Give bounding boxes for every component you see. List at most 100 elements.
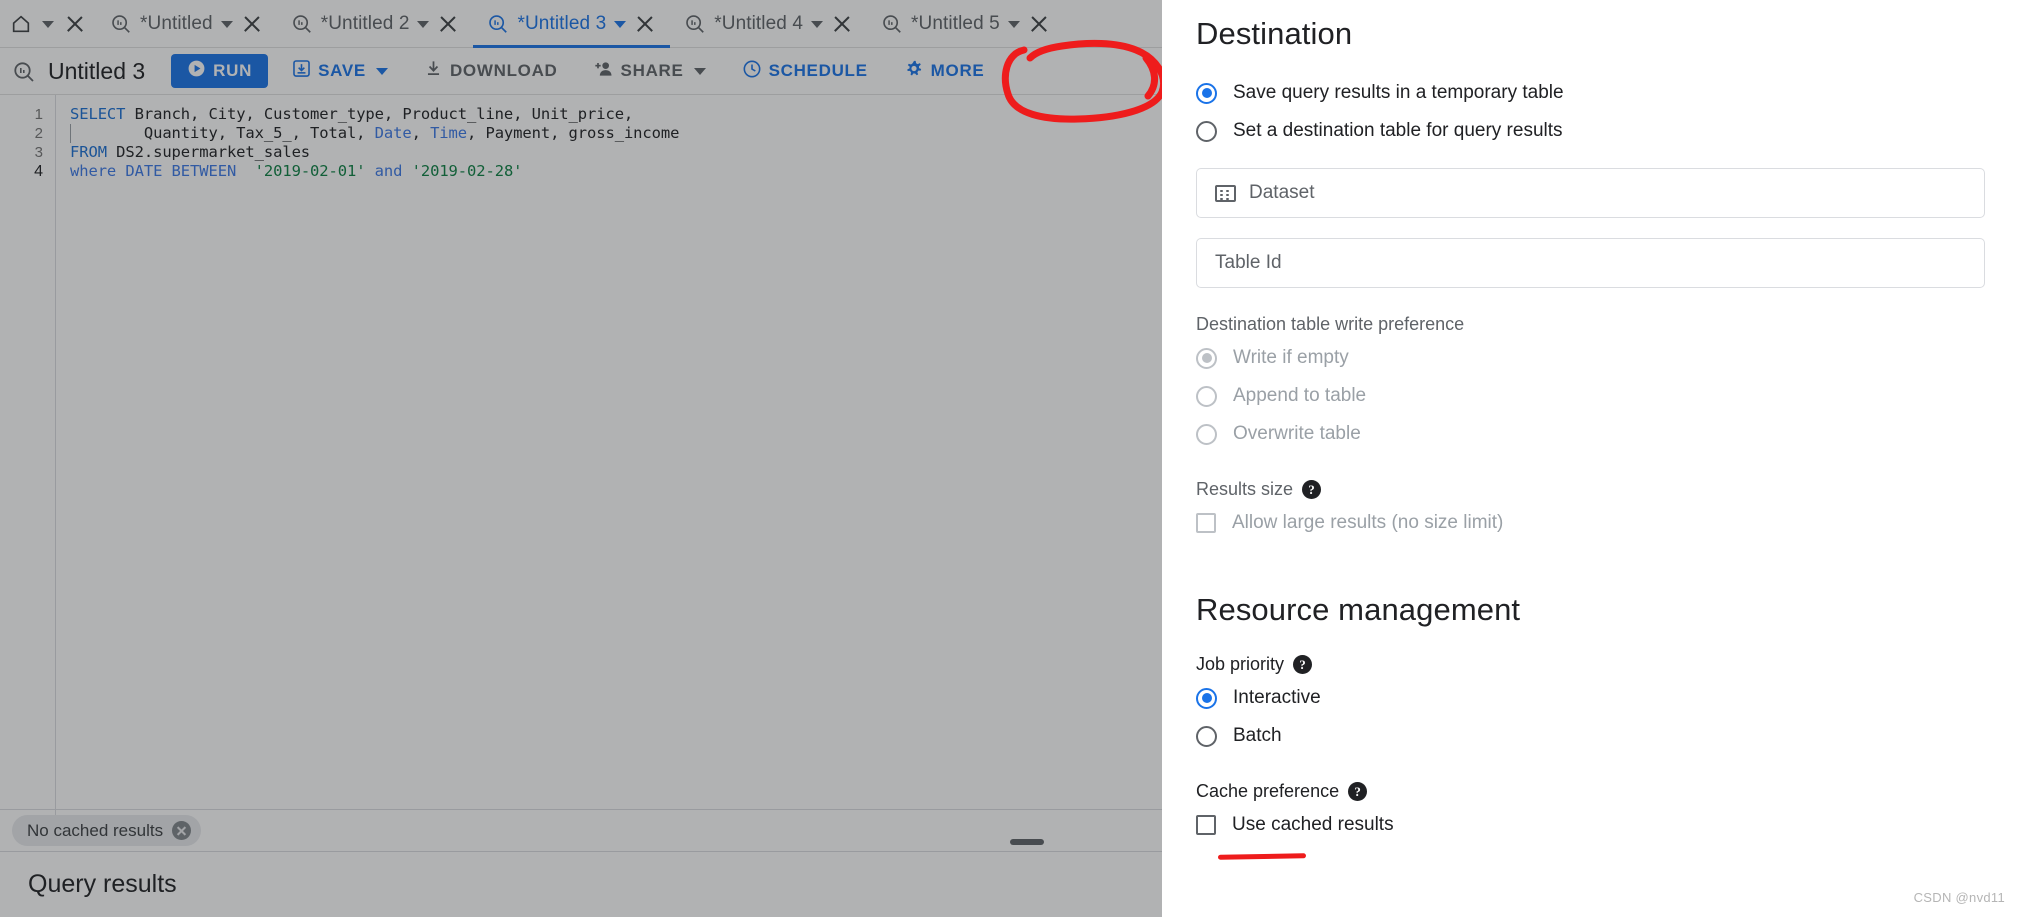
destination-option-label: Set a destination table for query result…: [1233, 120, 1563, 141]
code-token: Date: [374, 124, 412, 142]
tab-untitled-3[interactable]: *Untitled 3: [473, 0, 671, 48]
destination-option-set-table[interactable]: Set a destination table for query result…: [1196, 112, 1985, 150]
table-id-field[interactable]: Table Id: [1196, 238, 1985, 288]
chevron-down-icon[interactable]: [811, 20, 824, 28]
job-priority-batch[interactable]: Batch: [1196, 717, 1985, 755]
clock-icon: [742, 59, 762, 84]
chevron-down-icon[interactable]: [1007, 20, 1020, 28]
help-icon[interactable]: ?: [1293, 655, 1313, 674]
query-results-title: Query results: [28, 870, 177, 898]
share-person-add-icon: [594, 59, 614, 84]
chevron-down-icon[interactable]: [220, 20, 233, 28]
write-preference-text: Destination table write preference: [1196, 314, 1465, 334]
chevron-down-icon[interactable]: [614, 20, 627, 28]
tab-untitled-5[interactable]: *Untitled 5: [867, 0, 1064, 48]
write-pref-append[interactable]: Append to table: [1196, 377, 1985, 415]
help-icon[interactable]: ?: [1302, 480, 1322, 499]
chevron-down-icon[interactable]: [42, 20, 54, 28]
radio-icon[interactable]: [1196, 725, 1217, 747]
code-token: ,: [411, 124, 431, 142]
code-token: and: [365, 162, 412, 180]
line-number: 2: [34, 125, 43, 142]
code-token: FROM: [70, 143, 107, 161]
query-icon: [684, 13, 706, 35]
more-button[interactable]: MORE: [892, 54, 997, 88]
share-label: SHARE: [620, 61, 684, 80]
help-icon[interactable]: ?: [1348, 782, 1368, 801]
job-priority-option-label: Batch: [1233, 725, 1282, 746]
tab-label: *Untitled 5: [911, 13, 1000, 34]
allow-large-results-row[interactable]: Allow large results (no size limit): [1196, 504, 1985, 542]
destination-option-temporary[interactable]: Save query results in a temporary table: [1196, 74, 1985, 112]
tab-strip: *Untitled *Untitled 2 *Untitled 3 *Untit…: [0, 0, 1162, 48]
chevron-down-icon[interactable]: [375, 67, 388, 75]
close-icon[interactable]: [437, 13, 459, 35]
code-token: SELECT: [70, 105, 126, 123]
results-size-label: Results size ?: [1196, 479, 1985, 500]
query-icon: [110, 13, 132, 35]
radio-icon[interactable]: [1196, 347, 1217, 369]
line-number: 1: [34, 106, 43, 123]
sql-code-area[interactable]: SELECT Branch, City, Customer_type, Prod…: [56, 95, 1162, 830]
write-preference-label: Destination table write preference: [1196, 314, 1985, 335]
write-pref-overwrite[interactable]: Overwrite table: [1196, 415, 1985, 453]
job-priority-option-label: Interactive: [1233, 687, 1321, 708]
tab-untitled-2[interactable]: *Untitled 2: [277, 0, 474, 48]
use-cached-results-row[interactable]: Use cached results: [1196, 806, 1985, 844]
tab-untitled-1[interactable]: *Untitled: [96, 0, 277, 48]
code-token: '2019-02-01': [254, 162, 366, 180]
checkbox-icon[interactable]: [1196, 815, 1216, 835]
table-id-placeholder: Table Id: [1215, 252, 1282, 273]
play-icon: [187, 59, 206, 83]
page-title: Untitled 3: [48, 57, 146, 84]
tab-untitled-4[interactable]: *Untitled 4: [670, 0, 867, 48]
line-number-gutter: 1 2 3 4: [0, 95, 56, 830]
run-label: RUN: [213, 61, 253, 80]
radio-icon[interactable]: [1196, 423, 1217, 445]
download-label: DOWNLOAD: [449, 61, 558, 80]
close-icon[interactable]: [64, 13, 86, 35]
query-icon: [881, 13, 903, 35]
cache-preference-text: Cache preference: [1196, 781, 1340, 801]
close-icon[interactable]: [172, 821, 192, 840]
dataset-icon: [1215, 184, 1236, 202]
radio-icon[interactable]: [1196, 120, 1217, 142]
schedule-button[interactable]: SCHEDULE: [730, 54, 880, 88]
job-priority-text: Job priority: [1196, 654, 1285, 674]
tab-label: *Untitled 3: [517, 13, 607, 34]
query-toolbar: Untitled 3 RUN SAVE DOWNLOAD SHARE SCHED…: [0, 48, 1162, 95]
panel-resize-handle[interactable]: [1010, 839, 1044, 845]
save-button[interactable]: SAVE: [280, 54, 400, 88]
use-cached-results-label: Use cached results: [1232, 814, 1394, 835]
tab-label: *Untitled 2: [320, 13, 410, 34]
tab-label: *Untitled: [140, 13, 213, 34]
radio-icon[interactable]: [1196, 82, 1217, 104]
cache-preference-label: Cache preference ?: [1196, 781, 1985, 802]
close-icon[interactable]: [634, 13, 656, 35]
chevron-down-icon[interactable]: [417, 20, 430, 28]
code-token: , Payment, gross_income: [467, 124, 680, 142]
checkbox-icon[interactable]: [1196, 513, 1216, 533]
radio-icon[interactable]: [1196, 687, 1217, 709]
status-badge[interactable]: No cached results: [12, 815, 202, 846]
write-pref-label: Append to table: [1233, 385, 1367, 406]
share-button[interactable]: SHARE: [582, 54, 718, 88]
close-icon[interactable]: [1028, 13, 1050, 35]
resource-management-heading: Resource management: [1196, 592, 1521, 627]
download-button[interactable]: DOWNLOAD: [412, 54, 570, 88]
job-priority-interactive[interactable]: Interactive: [1196, 679, 1985, 717]
dataset-field[interactable]: Dataset: [1196, 168, 1985, 218]
query-icon: [291, 13, 313, 35]
indent-guide: [70, 124, 71, 143]
close-icon[interactable]: [241, 13, 263, 35]
run-button[interactable]: RUN: [171, 54, 269, 88]
radio-icon[interactable]: [1196, 385, 1217, 407]
home-icon: [10, 13, 32, 35]
write-pref-write-if-empty[interactable]: Write if empty: [1196, 339, 1985, 377]
tab-home[interactable]: [0, 0, 96, 48]
watermark: CSDN @nvd11: [1913, 890, 2005, 905]
chevron-down-icon[interactable]: [693, 67, 706, 75]
schedule-label: SCHEDULE: [768, 61, 868, 80]
sql-editor[interactable]: 1 2 3 4 SELECT Branch, City, Customer_ty…: [0, 95, 1162, 830]
close-icon[interactable]: [831, 13, 853, 35]
